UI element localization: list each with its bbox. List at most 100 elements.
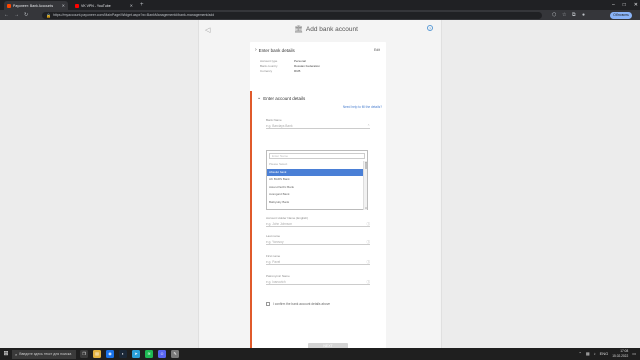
info-row-bank-country: Bank country Russian Federation — [260, 64, 320, 68]
notifications-icon[interactable]: ▭ — [632, 351, 636, 356]
confirm-row[interactable]: I confirm the bank account details above — [266, 302, 330, 306]
new-tab-button[interactable]: + — [140, 1, 144, 9]
bank-option-list: Please Select Absolut bank AK BARS Bank … — [267, 161, 363, 206]
account-holder-field[interactable]: Account Holder Name (English) e.g. John … — [266, 216, 370, 227]
field-placeholder: e.g. Barclays Bank — [266, 124, 293, 128]
taskbar-apps: ❐ ▤ ◉ ◐ ➤ ≋ ☺ ✎ — [80, 350, 179, 358]
steam-icon[interactable]: ◐ — [119, 350, 127, 358]
address-bar-row: ← → ↻ 🔒 https://myaccount.payoneer.com/M… — [0, 10, 640, 20]
browser-tab-bar: Payoneer: Bank Accounts ✕ VK VPN - YouTu… — [0, 0, 640, 10]
option-placeholder[interactable]: Please Select — [267, 161, 363, 169]
first-name-input[interactable]: e.g. Pavel ⓘ — [266, 259, 370, 265]
minimize-icon[interactable]: – — [612, 0, 615, 10]
url-field[interactable]: 🔒 https://myaccount.payoneer.com/MainPag… — [42, 11, 542, 19]
tab-payoneer[interactable]: Payoneer: Bank Accounts ✕ — [4, 1, 68, 10]
lock-icon: 🔒 — [46, 12, 51, 18]
scroll-down-icon[interactable]: ▼ — [364, 207, 368, 210]
option-absolut-bank[interactable]: Absolut bank — [267, 168, 363, 176]
info-label: Bank country — [260, 64, 278, 68]
bank-details-title: Enter bank details — [258, 47, 295, 53]
url-text: https://myaccount.payoneer.com/MainPage/… — [52, 13, 215, 17]
first-name-field[interactable]: First name e.g. Pavel ⓘ — [266, 254, 370, 265]
page-title: 🏛 Add bank account — [294, 25, 358, 34]
field-placeholder: e.g. Ivanovich — [266, 280, 286, 284]
account-details-header[interactable]: ⌄ Enter account details — [257, 95, 305, 101]
back-arrow-icon[interactable]: ◁ — [205, 26, 210, 34]
field-label: First name — [266, 254, 281, 258]
help-icon[interactable]: ? — [427, 25, 433, 31]
bank-details-header[interactable]: › Enter bank details — [255, 47, 295, 53]
close-tab-icon[interactable]: ✕ — [130, 3, 133, 8]
account-details-title: Enter account details — [263, 95, 306, 101]
taskbar-search[interactable]: ⌕ Введите здесь текст для поиска — [12, 349, 76, 359]
last-name-field[interactable]: Last name e.g. Yarovoy ⓘ — [266, 234, 370, 245]
page-title-text: Add bank account — [305, 25, 358, 33]
close-window-icon[interactable]: ✕ — [634, 0, 638, 10]
last-name-input[interactable]: e.g. Yarovoy ⓘ — [266, 239, 370, 245]
profile-icon[interactable]: ● — [582, 12, 585, 19]
info-icon: ⓘ — [366, 222, 371, 226]
confirm-checkbox[interactable] — [266, 302, 270, 306]
option-ak-bars-bank[interactable]: AK BARS Bank — [267, 176, 363, 184]
maximize-icon[interactable]: □ — [623, 0, 626, 10]
chevron-right-icon: › — [255, 47, 257, 53]
back-nav-icon[interactable]: ← — [4, 11, 9, 19]
taskbar-search-text: Введите здесь текст для поиска — [19, 352, 72, 356]
chevron-up-icon: ⌃ — [367, 124, 370, 128]
puzzle-icon[interactable]: ⧉ — [572, 12, 576, 19]
language-indicator[interactable]: ENG — [600, 351, 609, 356]
info-label: Account type — [260, 59, 278, 63]
star-icon[interactable]: ☆ — [562, 12, 566, 19]
dropdown-scrollbar[interactable]: ▲ ▼ — [363, 161, 368, 210]
page-background: ◁ 🏛 Add bank account ? › Enter bank deta… — [0, 20, 640, 350]
option-avangard-bank[interactable]: Avangard Bank — [267, 191, 363, 199]
volume-icon[interactable]: ♪ — [594, 351, 596, 356]
account-holder-input[interactable]: e.g. John Johnson ⓘ — [266, 221, 370, 227]
bank-dropdown: Enter Name Please Select Absolut bank AK… — [266, 150, 368, 210]
taskbar: ⊞ ⌕ Введите здесь текст для поиска ❐ ▤ ◉… — [0, 348, 640, 360]
patronymic-field[interactable]: Patronymic Name e.g. Ivanovich ⓘ — [266, 274, 370, 285]
option-baltiyskiy-bank[interactable]: Baltiyskiy Bank — [267, 199, 363, 207]
bank-search-input[interactable]: Enter Name — [269, 153, 365, 159]
field-placeholder: e.g. John Johnson — [266, 222, 293, 226]
windows-start-icon[interactable]: ⊞ — [2, 350, 10, 358]
confirm-label: I confirm the bank account details above — [273, 302, 331, 306]
edit-link[interactable]: Edit — [374, 48, 380, 52]
scroll-thumb[interactable] — [364, 163, 368, 169]
field-label: Patronymic Name — [266, 274, 290, 278]
field-label: Last name — [266, 234, 281, 238]
info-value: Russian Federation — [294, 64, 321, 68]
youtube-favicon-icon — [75, 3, 79, 8]
discord-icon[interactable]: ☺ — [158, 350, 166, 358]
tab-title: Payoneer: Bank Accounts — [13, 3, 54, 8]
network-icon[interactable]: ▦ — [586, 351, 590, 356]
reload-icon[interactable]: ↻ — [24, 11, 28, 19]
field-label: Bank Name — [266, 118, 282, 122]
explorer-icon[interactable]: ▤ — [93, 350, 101, 358]
need-help-link[interactable]: Need help to fill the details? — [343, 105, 382, 109]
chrome-icon[interactable]: ◉ — [106, 350, 114, 358]
info-icon: ⓘ — [366, 280, 371, 284]
info-value: RUB — [294, 69, 301, 73]
telegram-icon[interactable]: ➤ — [132, 350, 140, 358]
extension-icon[interactable]: ⬡ — [552, 12, 556, 19]
account-details-card: ⌄ Enter account details Need help to fil… — [250, 91, 386, 350]
bank-name-select[interactable]: e.g. Barclays Bank ⌃ — [266, 123, 370, 129]
task-view-icon[interactable]: ❐ — [80, 350, 88, 358]
clock-date: 15.02.2022 — [612, 353, 629, 358]
tab-title: VK VPN - YouTube — [81, 3, 111, 8]
spotify-icon[interactable]: ≋ — [145, 350, 153, 358]
tray-chevron-icon[interactable]: ⌃ — [578, 351, 581, 356]
close-tab-icon[interactable]: ✕ — [62, 3, 65, 8]
forward-nav-icon[interactable]: → — [14, 11, 19, 19]
option-asian-pacific-bank[interactable]: Asian-Pacific Bank — [267, 184, 363, 192]
info-icon: ⓘ — [366, 240, 371, 244]
patronymic-input[interactable]: e.g. Ivanovich ⓘ — [266, 279, 370, 285]
clock[interactable]: 17:08 15.02.2022 — [612, 349, 628, 358]
info-icon: ⓘ — [366, 260, 371, 264]
notepad-icon[interactable]: ✎ — [171, 350, 179, 358]
update-button[interactable]: Обновить — [610, 11, 632, 19]
bank-name-field[interactable]: Bank Name e.g. Barclays Bank ⌃ — [266, 118, 370, 129]
tab-youtube[interactable]: VK VPN - YouTube ✕ — [72, 1, 136, 10]
info-label: Currency — [260, 69, 273, 73]
